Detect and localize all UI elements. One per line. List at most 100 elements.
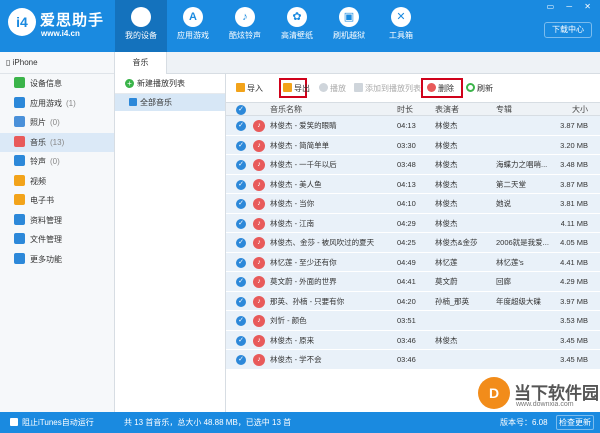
- add-to-playlist-button[interactable]: 添加到播放列表: [354, 82, 421, 96]
- new-playlist-label: 新建播放列表: [137, 79, 185, 88]
- sidebar-item-ringtone[interactable]: 铃声 (0): [0, 152, 114, 172]
- nav-flower[interactable]: ✿ 高清壁纸: [271, 0, 323, 52]
- row-checkbox[interactable]: ✓: [236, 140, 246, 151]
- add-list-icon: [354, 83, 363, 92]
- window-controls[interactable]: ▭ ─ ✕: [547, 2, 596, 11]
- table-row[interactable]: ✓ ♪ 林俊杰 - 当你 04:10 林俊杰 她说 3.81 MB: [226, 194, 600, 214]
- sidebar-item-data[interactable]: 资料管理: [0, 211, 114, 231]
- music-note-icon: ♪: [253, 198, 265, 210]
- sidebar-item-video[interactable]: 视频: [0, 172, 114, 192]
- table-row[interactable]: ✓ ♪ 那英、孙楠 - 只要有你 04:20 孙楠_那英 年度超级大碟 3.97 MB: [226, 291, 600, 311]
- sidebar-item-label: 照片: [30, 118, 46, 127]
- cell-duration: 04:29: [397, 218, 416, 228]
- check-update-button[interactable]: 检查更新: [556, 415, 594, 430]
- col-artist[interactable]: 表演者: [435, 103, 459, 116]
- sidebar-item-music[interactable]: 音乐 (13): [0, 132, 114, 152]
- row-checkbox[interactable]: ✓: [236, 316, 246, 326]
- box-icon: ▣: [339, 7, 359, 27]
- table-row[interactable]: ✓ ♪ 林俊杰 - 江南 04:29 林俊杰 4.11 MB: [226, 213, 600, 234]
- device-name[interactable]: ▯ iPhone: [0, 52, 114, 74]
- table-row[interactable]: ✓ ♪ 林俊杰、金莎 - 被风吹过的夏天 04:25 林俊杰&金莎 2006就是我爱...…: [226, 233, 600, 253]
- cell-size: 3.87 MB: [560, 121, 588, 130]
- block-itunes-toggle[interactable]: 阻止iTunes自动运行: [0, 412, 115, 433]
- phone-icon: ▯: [6, 58, 13, 67]
- refresh-button[interactable]: 刷新: [466, 82, 493, 96]
- music-note-icon: ♪: [253, 334, 265, 347]
- col-size[interactable]: 大小: [572, 103, 588, 116]
- export-button[interactable]: 导出: [283, 82, 310, 96]
- play-label: 播放: [330, 84, 346, 93]
- row-checkbox[interactable]: ✓: [236, 296, 246, 307]
- nav-app-store[interactable]: A 应用游戏: [167, 0, 219, 52]
- cell-duration: 03:46: [397, 355, 416, 364]
- row-checkbox[interactable]: ✓: [236, 238, 246, 248]
- row-checkbox[interactable]: ✓: [236, 218, 246, 229]
- music-note-icon: ♪: [253, 178, 265, 191]
- cell-size: 3.48 MB: [560, 160, 588, 169]
- cell-duration: 04:20: [397, 296, 416, 306]
- nav-bell[interactable]: ♪ 酷炫铃声: [219, 0, 271, 52]
- sidebar-item-label: 更多功能: [30, 254, 62, 264]
- nav-apple[interactable]: 我的设备: [115, 0, 167, 52]
- table-row[interactable]: ✓ ♪ 林俊杰 - 爱笑的眼睛 04:13 林俊杰 3.87 MB: [226, 116, 600, 136]
- cell-name: 刘忻 - 颜色: [270, 316, 307, 325]
- sidebar-item-ebook[interactable]: 电子书: [0, 191, 114, 211]
- download-center-button[interactable]: 下载中心: [544, 22, 592, 38]
- play-button[interactable]: 播放: [319, 82, 346, 96]
- sidebar-item-count: (13): [50, 137, 65, 147]
- nav-tools[interactable]: ✕ 工具箱: [375, 0, 427, 52]
- sidebar-item-photo[interactable]: 照片 (0): [0, 113, 114, 133]
- ebook-icon: [14, 194, 25, 205]
- row-checkbox[interactable]: ✓: [236, 121, 246, 131]
- cell-artist: 林俊杰: [435, 335, 458, 345]
- table-row[interactable]: ✓ ♪ 林俊杰 - 美人鱼 04:13 林俊杰 第二天堂 3.87 MB: [226, 174, 600, 194]
- sidebar-item-more[interactable]: 更多功能: [0, 250, 114, 270]
- delete-button[interactable]: 删除: [427, 82, 454, 96]
- cell-size: 3.45 MB: [560, 355, 588, 364]
- sidebar-item-apps[interactable]: 应用游戏 (1): [0, 94, 114, 114]
- table-row[interactable]: ✓ ♪ 林俊杰 - 简简单单 03:30 林俊杰 3.20 MB: [226, 135, 600, 155]
- row-checkbox[interactable]: ✓: [236, 355, 246, 365]
- col-album[interactable]: 专辑: [496, 103, 512, 116]
- cell-album: [496, 214, 562, 234]
- nav-label: 工具箱: [389, 31, 413, 40]
- table-row[interactable]: ✓ ♪ 莫文蔚 - 外面的世界 04:41 莫文蔚 回廊 4.29 MB: [226, 272, 600, 292]
- export-icon: [283, 83, 292, 92]
- table-row[interactable]: ✓ ♪ 刘忻 - 颜色 03:51 3.53 MB: [226, 311, 600, 331]
- col-duration[interactable]: 时长: [397, 103, 413, 116]
- row-checkbox[interactable]: ✓: [236, 335, 246, 346]
- music-note-icon: ♪: [253, 120, 265, 132]
- playlist-all-music[interactable]: 全部音乐: [115, 94, 225, 111]
- import-button[interactable]: 导入: [236, 82, 263, 96]
- row-checkbox[interactable]: ✓: [236, 257, 246, 268]
- table-row[interactable]: ✓ ♪ 林俊杰 - 一千年以后 03:48 林俊杰 海蝶力之唱哨... 3.48 MB: [226, 155, 600, 175]
- video-icon: [14, 174, 25, 186]
- table-row[interactable]: ✓ ♪ 林俊杰 - 学不会 03:46 3.45 MB: [226, 350, 600, 370]
- table-row[interactable]: ✓ ♪ 林忆莲 - 至少还有你 04:49 林忆莲 林忆莲's 4.41 MB: [226, 252, 600, 272]
- nav-label: 酷炫铃声: [229, 31, 261, 40]
- row-checkbox[interactable]: ✓: [236, 179, 246, 190]
- select-all-checkbox[interactable]: ✓: [236, 105, 246, 115]
- cell-artist: 林俊杰&金莎: [435, 238, 478, 247]
- cell-artist: 林俊杰: [435, 121, 458, 130]
- cell-size: 3.20 MB: [560, 140, 588, 150]
- sidebar-item-info[interactable]: 设备信息: [0, 74, 114, 94]
- new-playlist-button[interactable]: + 新建播放列表: [115, 74, 225, 94]
- row-checkbox[interactable]: ✓: [236, 160, 246, 170]
- cell-size: 3.97 MB: [560, 296, 588, 306]
- col-name[interactable]: 音乐名称: [270, 103, 302, 116]
- cell-duration: 03:51: [397, 316, 416, 325]
- row-checkbox[interactable]: ✓: [236, 277, 246, 287]
- row-checkbox[interactable]: ✓: [236, 199, 246, 209]
- cell-album: [496, 116, 562, 136]
- all-music-label: 全部音乐: [140, 98, 172, 107]
- sidebar-item-label: 电子书: [30, 196, 54, 205]
- app-store-icon: A: [183, 7, 203, 27]
- cell-album: 2006就是我爱...: [496, 238, 549, 247]
- sidebar-item-file[interactable]: 文件管理: [0, 230, 114, 250]
- bell-icon: ♪: [235, 7, 255, 27]
- nav-box[interactable]: ▣ 刷机越狱: [323, 0, 375, 52]
- table-row[interactable]: ✓ ♪ 林俊杰 - 原来 03:46 林俊杰 3.45 MB: [226, 330, 600, 350]
- tab-music[interactable]: 音乐: [115, 52, 167, 74]
- tools-icon: ✕: [391, 7, 411, 27]
